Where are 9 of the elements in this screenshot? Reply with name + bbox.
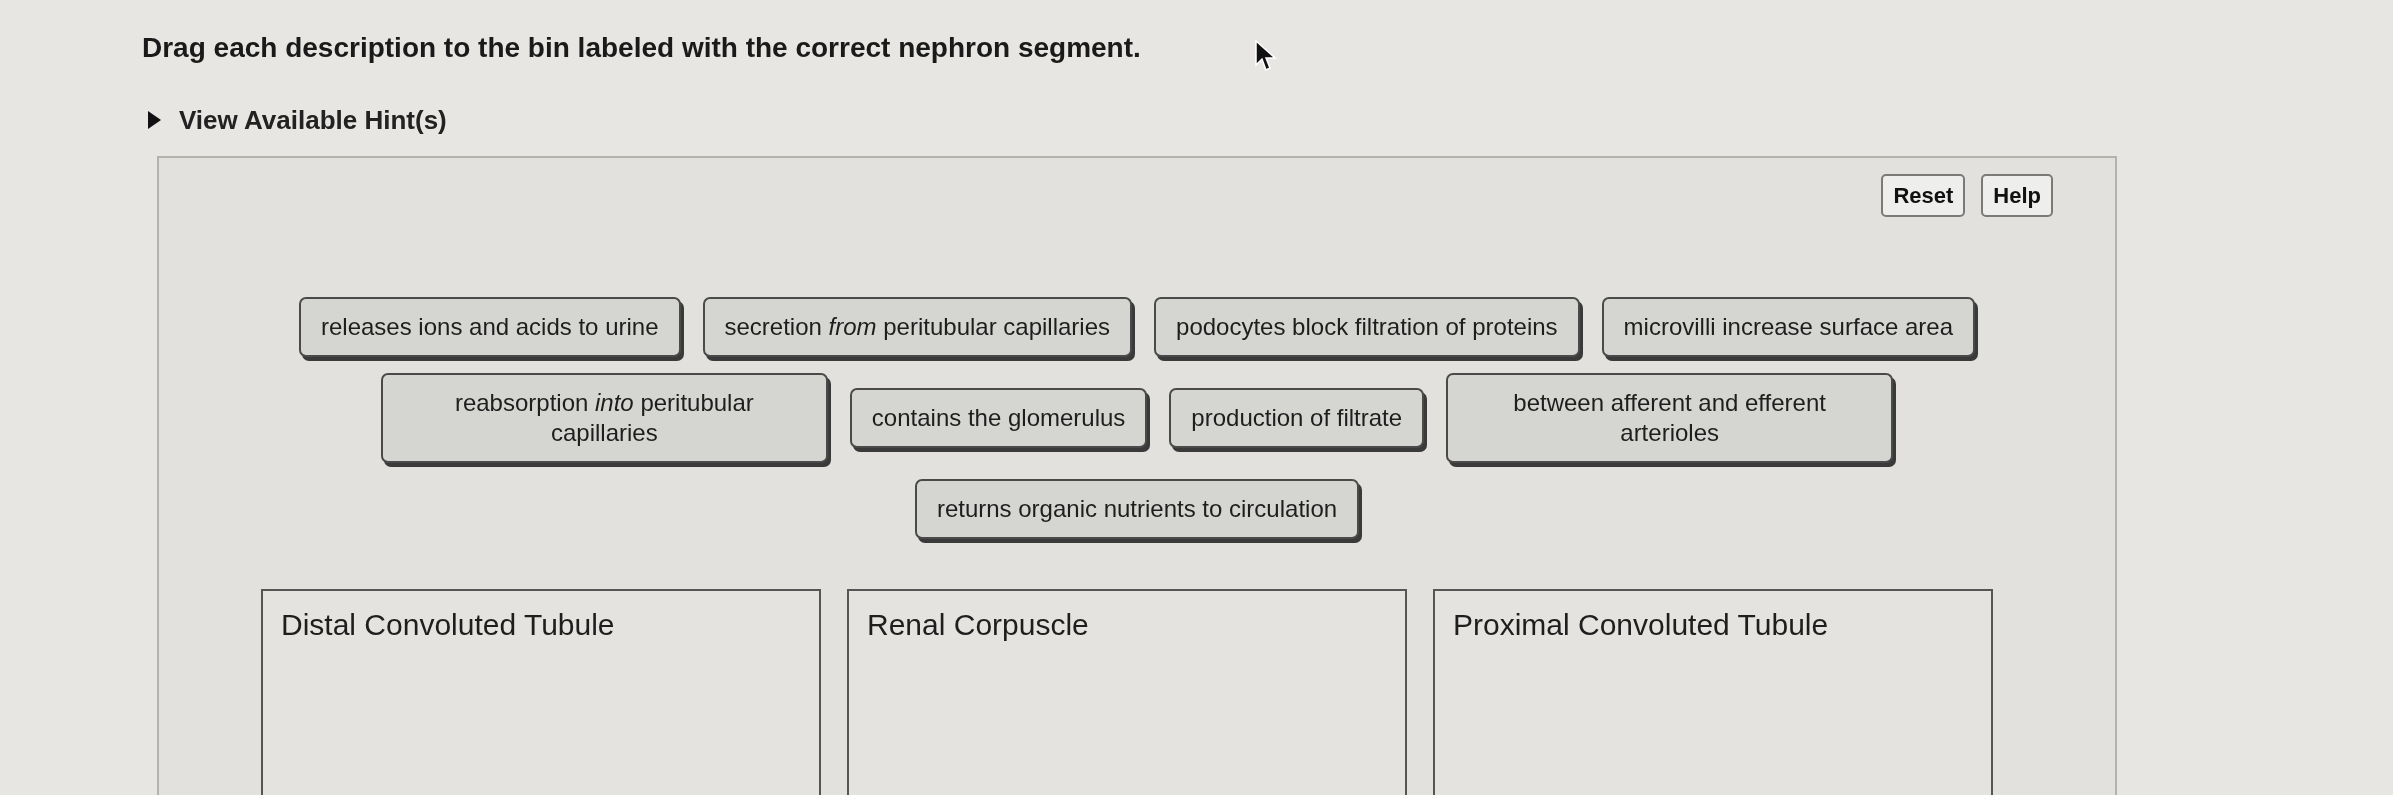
mouse-cursor-icon — [1255, 40, 1277, 72]
help-button[interactable]: Help — [1981, 174, 2053, 217]
hints-toggle[interactable]: View Available Hint(s) — [148, 104, 447, 136]
reset-button[interactable]: Reset — [1881, 174, 1966, 217]
bin-title: Renal Corpuscle — [867, 608, 1089, 641]
bin-title: Proximal Convoluted Tubule — [1453, 608, 1829, 641]
bin-title: Distal Convoluted Tubule — [281, 608, 615, 641]
instruction-text: Drag each description to the bin labeled with the correct nephron segment. — [142, 31, 1141, 65]
caret-icon — [148, 111, 161, 129]
